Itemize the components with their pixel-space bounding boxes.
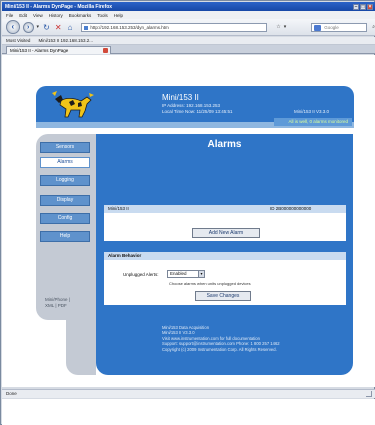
menu-help[interactable]: Help [114, 13, 123, 18]
back-button[interactable]: ‹ [6, 20, 20, 34]
web-page: Mini/153 II IP Address: 192.168.153.253 … [2, 55, 375, 387]
nav-config[interactable]: Config [40, 213, 90, 224]
local-time-text: Local Time Now: 11/25/09 13:45:51 [162, 109, 233, 114]
bookmark-device[interactable]: Mini/153 II 192.168.153.2... [38, 38, 93, 43]
history-dropdown-icon[interactable]: ▾ [37, 24, 40, 30]
nav-sensors[interactable]: Sensors [40, 142, 90, 153]
footer-text: Mini/153 Data Acquisition Mini/153 II V3… [162, 325, 280, 352]
close-tab-icon[interactable] [103, 48, 108, 53]
stop-icon[interactable]: ✕ [54, 23, 63, 32]
tab-alarms[interactable]: Mini/153 II - Alarms DynPage [6, 46, 111, 54]
nav-display[interactable]: Display [40, 195, 90, 206]
url-dropdown-icon[interactable]: ▾ [284, 24, 287, 30]
reload-icon[interactable]: ↻ [42, 23, 51, 32]
menu-edit[interactable]: Edit [19, 13, 27, 18]
device-title: Mini/153 II [162, 93, 199, 102]
resize-grip-icon[interactable] [366, 391, 372, 397]
url-text: http://192.168.153.253/dyn_alarms.htm [90, 24, 169, 30]
menu-bar: File Edit View History Bookmarks Tools H… [2, 11, 375, 19]
footer-line-4[interactable]: Support: support@instrumentation.com Pho… [162, 341, 280, 346]
unplugged-alerts-help: Choose alarms when units unplugged devic… [169, 281, 251, 286]
maximize-icon[interactable]: □ [360, 3, 366, 10]
browser-window: Mini/153 II - Alarms DynPage - Mozilla F… [0, 0, 375, 425]
alarm-device-name: Mini/153 II [108, 206, 129, 211]
navigation-toolbar: ‹ › ▾ ↻ ✕ ⌂ http://192.168.153.253/dyn_a… [2, 19, 375, 36]
bookmark-most-visited[interactable]: Most Visited [6, 38, 30, 43]
footer-accent [66, 320, 96, 375]
bookmark-star-icon[interactable]: ☆ [276, 24, 280, 30]
url-bar[interactable]: http://192.168.153.253/dyn_alarms.htm [81, 22, 268, 32]
bookmarks-toolbar: Most Visited Mini/153 II 192.168.153.2..… [2, 37, 375, 45]
save-changes-button[interactable]: Save Changes [195, 291, 251, 301]
window-title: Mini/153 II - Alarms DynPage - Mozilla F… [5, 3, 113, 10]
forward-button[interactable]: › [22, 21, 34, 33]
status-text: Done [6, 391, 17, 396]
add-new-alarm-button[interactable]: Add New Alarm [192, 228, 260, 238]
home-icon[interactable]: ⌂ [66, 23, 75, 32]
version-text: Mini/153 II V3.3.0 [294, 109, 330, 114]
menu-bookmarks[interactable]: Bookmarks [69, 13, 92, 18]
footer-line-5: Copyright (c) 2009 Instrumentation Corp.… [162, 346, 277, 352]
menu-history[interactable]: History [49, 13, 63, 18]
nav-logging[interactable]: Logging [40, 175, 90, 186]
ip-address-text: IP Address: 192.168.153.253 [162, 103, 220, 108]
unplugged-alerts-value: Enabled [170, 271, 187, 276]
nav-alarms[interactable]: Alarms [40, 157, 90, 168]
page-title: Alarms [207, 139, 242, 150]
dog-logo-icon [52, 91, 94, 118]
search-placeholder: Google [324, 24, 339, 30]
tab-title: Mini/153 II - Alarms DynPage [10, 48, 69, 53]
desktop-area [2, 399, 375, 425]
close-window-icon[interactable]: × [367, 3, 373, 10]
menu-view[interactable]: View [33, 13, 43, 18]
minimize-icon[interactable]: – [353, 3, 359, 10]
chevron-down-icon: ▾ [198, 271, 204, 277]
nav-extra-line-2[interactable]: XML | PDF [45, 303, 70, 309]
menu-file[interactable]: File [6, 13, 13, 18]
nav-extra-links: Mini/Phone | XML | PDF [45, 297, 70, 309]
status-banner: All is well, 0 alarms monitored [274, 118, 352, 126]
tab-bar: Mini/153 II - Alarms DynPage [2, 45, 375, 54]
nav-help[interactable]: Help [40, 231, 90, 242]
window-title-bar: Mini/153 II - Alarms DynPage - Mozilla F… [2, 2, 375, 11]
search-input[interactable]: Google [311, 22, 368, 32]
status-bar: Done [2, 389, 375, 398]
unplugged-alerts-label: Unplugged Alerts: [123, 272, 159, 277]
menu-tools[interactable]: Tools [97, 13, 108, 18]
alarm-device-id: ID 2B000000000000 [270, 206, 312, 211]
unplugged-alerts-select[interactable]: Enabled ▾ [167, 270, 205, 278]
alarm-behavior-title: Alarm Behavior [108, 253, 142, 258]
